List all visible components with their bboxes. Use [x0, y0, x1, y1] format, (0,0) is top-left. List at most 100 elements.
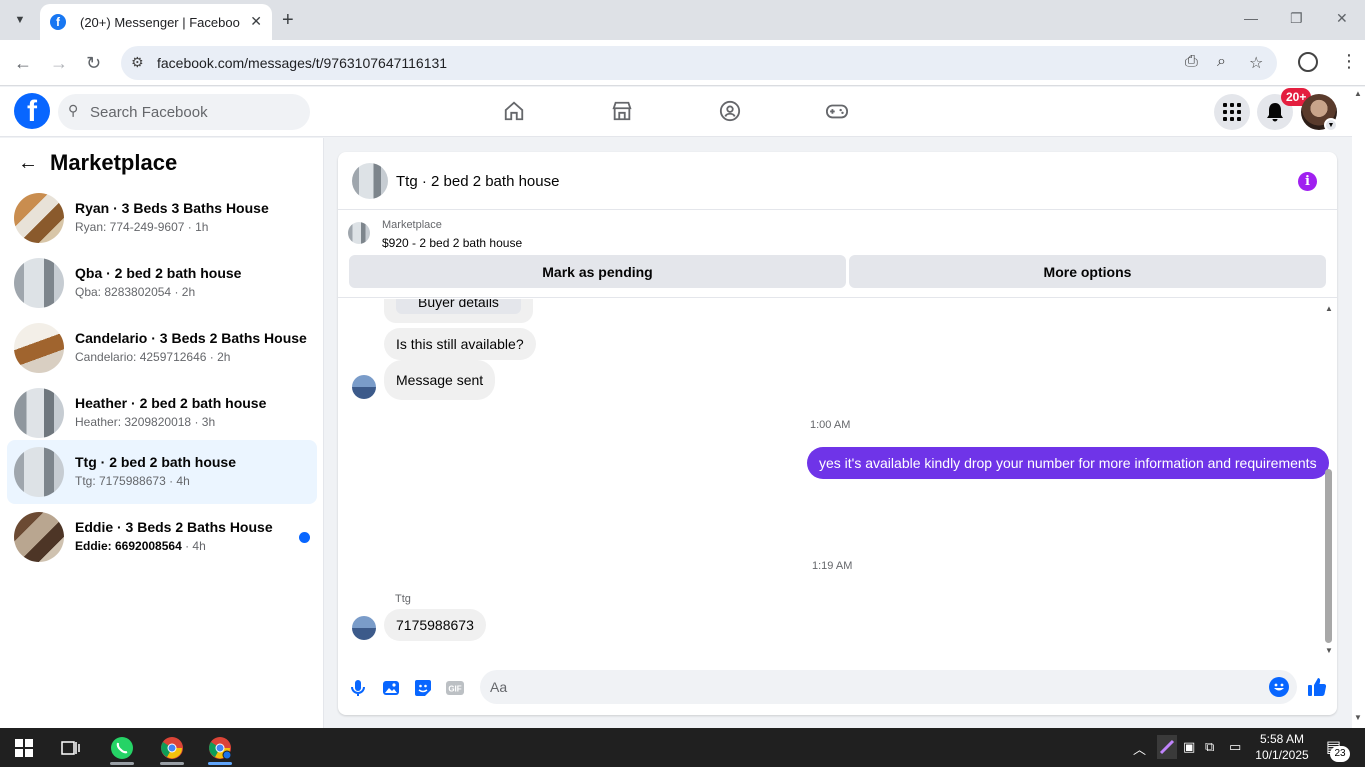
listing-thumbnail	[14, 323, 64, 373]
windows-start-icon[interactable]	[11, 735, 37, 761]
message-bubble: Is this still available?	[384, 328, 536, 360]
battery-icon[interactable]: ▭	[1229, 739, 1241, 755]
facebook-header: f ⚲ 20+ ▼	[0, 87, 1352, 137]
sticker-icon[interactable]	[413, 678, 433, 698]
conversation-item[interactable]: Qba · 2 bed 2 bath house Qba: 8283802054…	[7, 251, 317, 315]
conversation-name: Qba · 2 bed 2 bath house	[75, 265, 242, 281]
restore-icon[interactable]: ❐	[1290, 10, 1303, 27]
message-composer: GIF	[338, 665, 1337, 711]
listing-thumbnail	[14, 512, 64, 562]
back-icon[interactable]: ←	[14, 53, 32, 74]
close-window-icon[interactable]: ✕	[1336, 10, 1348, 27]
active-indicator	[208, 762, 232, 765]
browser-toolbar: ← → ↻ ⚙ facebook.com/messages/t/97631076…	[0, 40, 1365, 86]
listing-thumbnail	[348, 222, 370, 244]
task-view-icon[interactable]	[58, 735, 84, 761]
conversation-item[interactable]: Eddie · 3 Beds 2 Baths House Eddie: 6692…	[7, 505, 317, 569]
reload-icon[interactable]: ↻	[86, 53, 101, 74]
conversation-preview: Eddie: 6692008564 · 4h	[75, 539, 206, 553]
tab-search-chevron-icon[interactable]: ▼	[8, 8, 32, 32]
clock-date: 10/1/2025	[1255, 748, 1309, 762]
close-tab-icon[interactable]: ✕	[250, 13, 262, 30]
buyer-details-button[interactable]: Buyer details	[396, 299, 521, 314]
new-tab-icon[interactable]: +	[282, 8, 294, 32]
message-thread: Buyer details Is this still available? M…	[338, 299, 1337, 653]
message-input[interactable]	[490, 670, 1250, 704]
active-indicator	[110, 762, 134, 765]
search-box[interactable]: ⚲	[58, 94, 310, 130]
site-info-icon[interactable]: ⚙	[131, 54, 144, 71]
bookmark-star-icon[interactable]: ☆	[1249, 53, 1263, 73]
browser-tab[interactable]: f (20+) Messenger | Facebook ✕	[40, 4, 272, 40]
message-bubble: 7175988673	[384, 609, 486, 641]
minimize-icon[interactable]: —	[1244, 10, 1258, 26]
back-arrow-icon[interactable]: ←	[18, 152, 38, 175]
marketplace-icon[interactable]	[610, 99, 634, 123]
marketplace-label: Marketplace	[382, 219, 442, 231]
more-options-button[interactable]: More options	[849, 255, 1326, 288]
menu-grid-icon[interactable]	[1214, 94, 1250, 130]
message-bubble: Message sent	[384, 360, 496, 400]
microphone-icon[interactable]	[348, 678, 368, 698]
conversation-preview: Ttg: 7175988673 · 4h	[75, 474, 190, 488]
conversation-name: Candelario · 3 Beds 2 Baths House	[75, 330, 307, 346]
svg-text:GIF: GIF	[448, 685, 461, 694]
conversation-item[interactable]: Candelario · 3 Beds 2 Baths House Candel…	[7, 316, 317, 380]
conversation-name: Eddie · 3 Beds 2 Baths House	[75, 519, 273, 535]
sender-avatar[interactable]	[352, 616, 376, 640]
browser-tab-strip: ▼ f (20+) Messenger | Facebook ✕ + — ❐ ✕	[0, 0, 1365, 40]
listing-thumbnail	[14, 447, 64, 497]
chrome-profile-icon[interactable]	[207, 735, 233, 761]
home-icon[interactable]	[502, 99, 526, 123]
conversation-name: Heather · 2 bed 2 bath house	[75, 395, 267, 411]
tray-overflow-chevron-icon[interactable]: ︿	[1133, 739, 1146, 758]
emoji-icon[interactable]	[1269, 677, 1289, 697]
address-bar[interactable]: ⚙ facebook.com/messages/t/97631076471161…	[121, 46, 1277, 80]
pen-app-icon[interactable]	[1157, 735, 1177, 759]
photo-icon[interactable]	[381, 678, 401, 698]
url-text[interactable]: facebook.com/messages/t/9763107647116131	[157, 55, 447, 71]
search-icon: ⚲	[68, 102, 79, 118]
page-scrollbar[interactable]: ▲ ▼	[1352, 87, 1365, 728]
search-input[interactable]	[90, 94, 300, 130]
listing-thumbnail	[14, 193, 64, 243]
conversation-preview: Candelario: 4259712646 · 2h	[75, 350, 231, 364]
windows-taskbar: ︿ ▣ ⧉ ▭ 5:58 AM 10/1/2025 ▤ 23	[0, 728, 1365, 767]
chrome-icon[interactable]	[159, 735, 185, 761]
like-thumbs-up-icon[interactable]	[1306, 676, 1328, 698]
zoom-icon[interactable]: ⌕	[1217, 53, 1226, 71]
chat-title[interactable]: Ttg · 2 bed 2 bath house	[396, 173, 559, 190]
listing-price[interactable]: $920 - 2 bed 2 bath house	[382, 236, 522, 250]
browser-menu-icon[interactable]: ⋮	[1340, 51, 1358, 72]
sidebar-title: Marketplace	[50, 150, 178, 175]
install-app-icon[interactable]: ⎙	[1185, 53, 1198, 71]
groups-icon[interactable]	[718, 99, 742, 123]
system-clock[interactable]: 5:58 AM 10/1/2025	[1252, 731, 1312, 763]
message-field[interactable]	[480, 670, 1297, 704]
mark-pending-button[interactable]: Mark as pending	[349, 255, 846, 288]
profile-account-icon[interactable]	[1298, 52, 1318, 72]
conversation-item[interactable]: Heather · 2 bed 2 bath house Heather: 32…	[7, 381, 317, 445]
active-indicator	[160, 762, 184, 765]
chat-panel: Ttg · 2 bed 2 bath house i Marketplace $…	[338, 152, 1337, 715]
device-icon[interactable]: ▣	[1183, 739, 1195, 755]
whatsapp-icon[interactable]	[109, 735, 135, 761]
display-icon[interactable]: ⧉	[1205, 739, 1214, 755]
thread-scrollbar[interactable]: ▲ ▼	[1323, 304, 1333, 655]
conversation-item[interactable]: Ryan · 3 Beds 3 Baths House Ryan: 774-24…	[7, 186, 317, 250]
chat-avatar[interactable]	[352, 163, 388, 199]
info-icon[interactable]: i	[1298, 172, 1317, 191]
account-chevron-icon[interactable]: ▼	[1324, 118, 1338, 132]
timestamp: 1:19 AM	[812, 560, 853, 572]
facebook-logo-icon[interactable]: f	[14, 93, 50, 129]
conversation-name: Ryan · 3 Beds 3 Baths House	[75, 200, 269, 216]
gif-icon[interactable]: GIF	[445, 678, 465, 698]
gaming-icon[interactable]	[825, 99, 849, 123]
sender-avatar[interactable]	[352, 375, 376, 399]
conversation-name: Ttg · 2 bed 2 bath house	[75, 454, 237, 470]
conversation-item[interactable]: Ttg · 2 bed 2 bath house Ttg: 7175988673…	[7, 440, 317, 504]
forward-icon[interactable]: →	[50, 53, 68, 74]
facebook-favicon-icon: f	[50, 14, 66, 30]
listing-thumbnail	[14, 258, 64, 308]
chat-header: Ttg · 2 bed 2 bath house i	[338, 152, 1337, 210]
